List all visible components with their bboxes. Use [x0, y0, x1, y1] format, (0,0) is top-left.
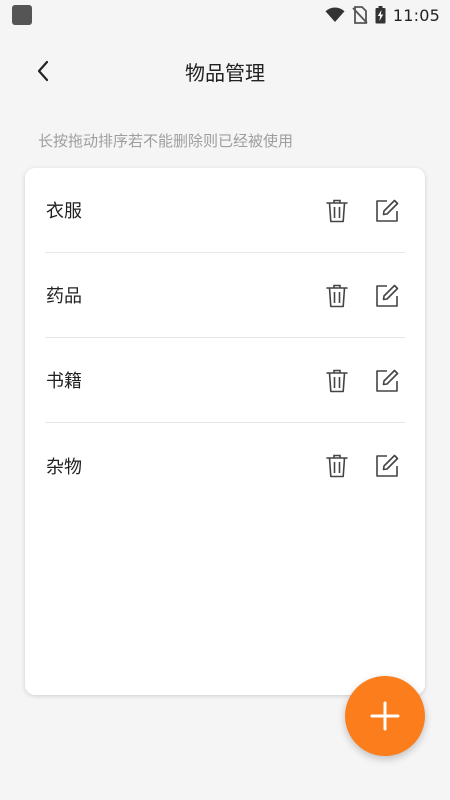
edit-button[interactable] [375, 198, 399, 224]
edit-icon [376, 369, 399, 392]
delete-button[interactable] [325, 198, 349, 224]
chevron-left-icon [37, 60, 49, 82]
trash-icon [326, 284, 348, 307]
list-item[interactable]: 书籍 [45, 338, 405, 423]
status-bar: 11:05 [0, 0, 450, 30]
add-item-button[interactable] [345, 676, 425, 756]
edit-icon [376, 199, 399, 222]
back-button[interactable] [28, 56, 58, 86]
page-title: 物品管理 [185, 60, 265, 85]
list-item[interactable]: 杂物 [45, 423, 405, 508]
screen: 11:05 物品管理 长按拖动排序若不能删除则已经被使用 衣服 药品 书籍 杂物 [0, 0, 450, 800]
item-label: 衣服 [46, 201, 82, 222]
item-actions [325, 338, 399, 423]
edit-icon [376, 454, 399, 477]
trash-icon [326, 369, 348, 392]
edit-icon [376, 284, 399, 307]
hint-text: 长按拖动排序若不能删除则已经被使用 [38, 132, 294, 150]
item-label: 杂物 [46, 456, 82, 478]
edit-button[interactable] [375, 283, 399, 309]
trash-icon [326, 454, 348, 477]
battery-charging-icon [375, 6, 386, 24]
no-sim-icon [352, 6, 368, 24]
delete-button[interactable] [325, 453, 349, 479]
plus-icon [370, 701, 400, 731]
status-time: 11:05 [392, 5, 440, 25]
item-actions [325, 253, 399, 338]
edit-button[interactable] [375, 368, 399, 394]
item-label: 药品 [46, 286, 82, 307]
delete-button[interactable] [325, 283, 349, 309]
list-item[interactable]: 衣服 [45, 168, 405, 253]
item-label: 书籍 [46, 371, 82, 392]
notification-icon [12, 5, 32, 25]
wifi-icon [325, 7, 345, 23]
trash-icon [326, 199, 348, 222]
edit-button[interactable] [375, 453, 399, 479]
delete-button[interactable] [325, 368, 349, 394]
status-icons: 11:05 [325, 6, 440, 25]
item-actions [325, 423, 399, 508]
header: 物品管理 [0, 48, 450, 94]
item-actions [325, 168, 399, 253]
list-item[interactable]: 药品 [45, 253, 405, 338]
item-list-card: 衣服 药品 书籍 杂物 [25, 168, 425, 695]
